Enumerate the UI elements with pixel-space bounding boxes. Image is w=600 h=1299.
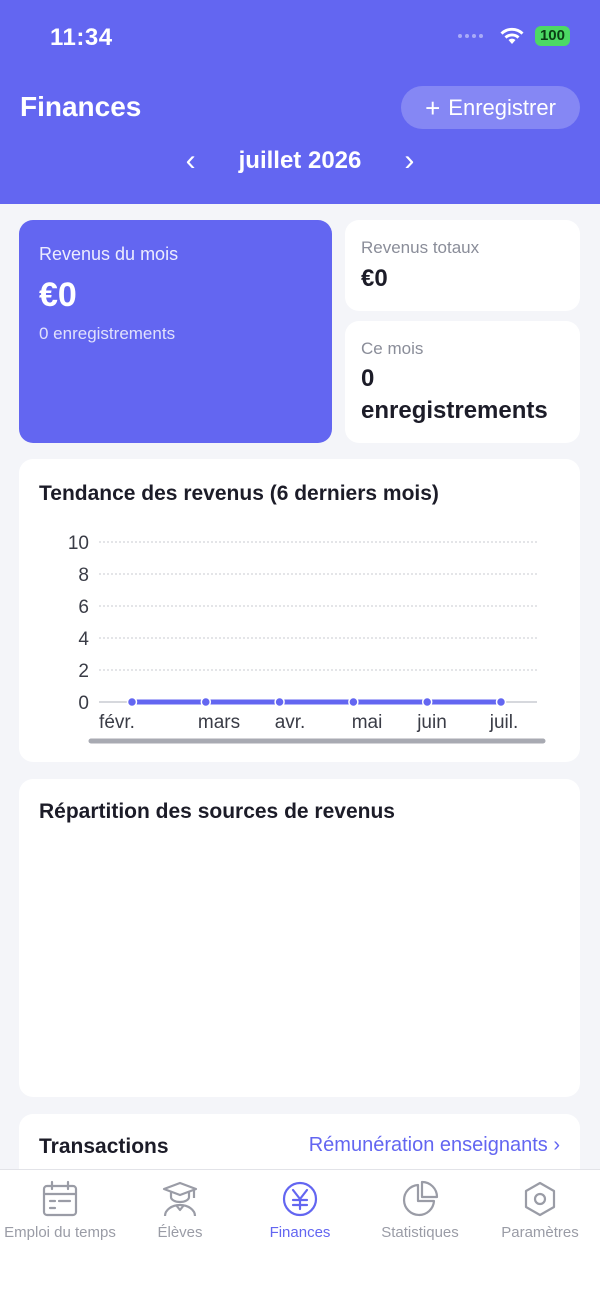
current-month: juillet 2026 [238, 147, 362, 174]
cellular-signal-icon [457, 34, 483, 38]
tab-settings-label: Paramètres [501, 1224, 579, 1241]
pie-chart-icon [402, 1180, 439, 1217]
tab-students[interactable]: Élèves [120, 1180, 240, 1241]
monthly-records-count: 0 enregistrements [39, 324, 176, 343]
data-point [348, 696, 359, 708]
monthly-revenue-card: Revenus du mois €0 0 enregistrements [19, 220, 332, 443]
x-tick-label: mars [198, 712, 240, 733]
chevron-left-icon[interactable]: ‹ [179, 146, 203, 176]
battery-indicator: 100 [534, 26, 570, 46]
status-indicators: 100 [457, 26, 570, 46]
tab-settings[interactable]: Paramètres [480, 1180, 600, 1241]
this-month-unit: enregistrements [361, 397, 548, 424]
plus-icon: + [425, 92, 441, 123]
tab-statistics-label: Statistiques [381, 1224, 459, 1241]
revenue-sources-title: Répartition des sources de revenus [39, 800, 395, 823]
this-month-label: Ce mois [361, 339, 424, 358]
y-tick-label: 8 [78, 565, 89, 586]
total-revenue-value: €0 [361, 265, 388, 292]
this-month-card: Ce mois 0 enregistrements [345, 321, 580, 443]
status-time: 11:34 [50, 24, 113, 51]
tab-finances-label: Finances [269, 1224, 331, 1241]
header: 11:34 100 Finances + Enregistrer ‹ juill… [0, 0, 600, 204]
x-tick-label: mai [352, 712, 383, 733]
monthly-revenue-label: Revenus du mois [39, 244, 179, 264]
revenue-sources-card: Répartition des sources de revenus [19, 779, 580, 1097]
yen-icon [282, 1181, 318, 1217]
tab-bar: Emploi du temps Élèves Finances Statisti… [0, 1169, 600, 1299]
data-point [274, 696, 285, 708]
data-point [421, 696, 433, 708]
x-tick-label: juil. [489, 712, 519, 733]
teacher-pay-link[interactable]: Rémunération enseignants › [309, 1134, 560, 1157]
this-month-count: 0 [361, 365, 375, 392]
add-record-label: Enregistrer [448, 94, 556, 120]
revenue-trend-chart: 0 2 4 6 8 10 févr. mars avr. mai juin juil. [68, 533, 546, 744]
monthly-revenue-value: €0 [39, 276, 77, 314]
tab-finances[interactable]: Finances [240, 1180, 360, 1241]
settings-hexagon-icon [524, 1181, 556, 1217]
student-icon [162, 1181, 198, 1217]
y-tick-label: 2 [78, 661, 89, 682]
x-tick-label: juin [416, 712, 447, 733]
tab-schedule-label: Emploi du temps [4, 1224, 116, 1241]
tab-schedule[interactable]: Emploi du temps [0, 1180, 120, 1241]
x-tick-label: févr. [99, 712, 135, 733]
revenue-trend-card: Tendance des revenus (6 derniers mois) 0… [19, 459, 580, 762]
tab-students-label: Élèves [157, 1224, 203, 1241]
chevron-right-icon[interactable]: › [397, 146, 421, 176]
y-tick-label: 0 [78, 693, 89, 714]
x-tick-label: avr. [275, 712, 306, 733]
y-tick-label: 4 [78, 629, 89, 650]
add-record-button[interactable]: + Enregistrer [401, 86, 580, 129]
total-revenue-card: Revenus totaux €0 [345, 220, 580, 311]
data-point [495, 696, 507, 708]
tab-statistics[interactable]: Statistiques [360, 1180, 480, 1241]
y-tick-label: 10 [68, 533, 89, 554]
page-title: Finances [20, 91, 142, 122]
y-tick-label: 6 [78, 597, 89, 618]
wifi-icon [500, 27, 524, 44]
transactions-title: Transactions [39, 1135, 169, 1158]
data-point [200, 696, 212, 708]
data-point [126, 696, 138, 708]
month-navigator: ‹ juillet 2026 › [0, 146, 600, 176]
calendar-icon [42, 1180, 78, 1217]
total-revenue-label: Revenus totaux [361, 238, 480, 257]
